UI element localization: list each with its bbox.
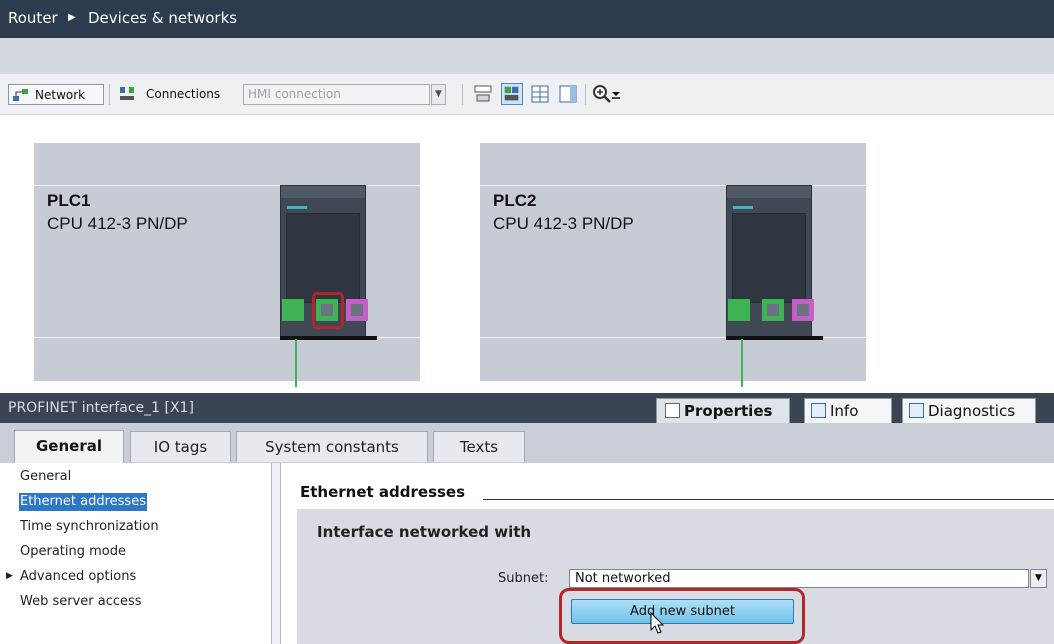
tab-system-constants[interactable]: System constants bbox=[236, 431, 428, 462]
toolbar-separator bbox=[462, 84, 463, 105]
toolbar-separator bbox=[585, 84, 586, 105]
plc1-network-line[interactable] bbox=[295, 339, 297, 387]
nav-item-general[interactable]: General bbox=[20, 468, 71, 486]
show-names-icon[interactable] bbox=[472, 83, 494, 105]
tab-general[interactable]: General bbox=[14, 430, 124, 463]
subnet-dropdown-icon[interactable]: ▼ bbox=[1030, 569, 1047, 588]
properties-nav-tree: General Ethernet addresses Time synchron… bbox=[0, 463, 271, 644]
port-1[interactable] bbox=[282, 299, 304, 321]
tab-diagnostics-label: Diagnostics bbox=[928, 402, 1016, 420]
address-view-icon[interactable] bbox=[501, 83, 523, 105]
grid-icon[interactable] bbox=[529, 83, 551, 105]
properties-icon bbox=[665, 403, 680, 418]
button-highlight bbox=[559, 588, 805, 644]
breadcrumb-project[interactable]: Router bbox=[8, 0, 58, 36]
inspector-header: PROFINET interface_1 [X1] bbox=[0, 393, 1054, 423]
nav-item-ethernet-addresses[interactable]: Ethernet addresses bbox=[19, 493, 147, 511]
device-name: PLC1 bbox=[47, 191, 91, 210]
module-display bbox=[732, 213, 806, 303]
tab-io-tags[interactable]: IO tags bbox=[130, 431, 231, 462]
network-view-icon bbox=[13, 89, 28, 101]
expand-arrow-icon[interactable]: ▶ bbox=[6, 571, 13, 581]
port-1[interactable] bbox=[728, 299, 750, 321]
device-cpu-type: CPU 412-3 PN/DP bbox=[493, 214, 634, 233]
group-title: Interface networked with bbox=[317, 523, 532, 541]
device-cpu-type: CPU 412-3 PN/DP bbox=[47, 214, 188, 233]
tab-properties-label: Properties bbox=[684, 402, 773, 420]
connections-icon[interactable] bbox=[116, 83, 138, 105]
tab-texts[interactable]: Texts bbox=[433, 431, 525, 462]
network-canvas[interactable]: PLC1 CPU 412-3 PN/DP PLC2 CPU 412-3 PN/D… bbox=[0, 115, 1054, 387]
network-view-button[interactable]: Network bbox=[8, 84, 104, 105]
breadcrumb-page: Devices & networks bbox=[88, 9, 238, 27]
port-highlight bbox=[312, 292, 344, 329]
tab-info-label: Info bbox=[830, 402, 859, 420]
connections-label[interactable]: Connections bbox=[146, 84, 220, 105]
subnet-label: Subnet: bbox=[498, 571, 549, 586]
section-divider bbox=[483, 499, 1054, 500]
port-3[interactable] bbox=[346, 299, 368, 321]
subnet-select[interactable]: Not networked bbox=[569, 569, 1029, 588]
nav-item-operating-mode[interactable]: Operating mode bbox=[20, 543, 126, 561]
module-top bbox=[727, 186, 811, 198]
port-2[interactable] bbox=[762, 299, 784, 321]
status-led bbox=[287, 206, 307, 209]
nav-item-time-synchronization[interactable]: Time synchronization bbox=[20, 518, 159, 536]
connection-type-select[interactable]: HMI connection bbox=[243, 84, 430, 105]
nav-item-web-server-access[interactable]: Web server access bbox=[20, 593, 142, 611]
editor-header-strip bbox=[0, 38, 1054, 74]
tab-info[interactable]: Info bbox=[804, 398, 892, 423]
panel-icon[interactable] bbox=[557, 83, 579, 105]
port-socket bbox=[767, 304, 779, 316]
dropdown-icon[interactable]: ▼ bbox=[431, 84, 446, 105]
title-bar: Router ▶ Devices & networks bbox=[0, 0, 1054, 38]
module-top bbox=[281, 186, 365, 198]
toolbar: Network Connections HMI connection ▼ bbox=[0, 74, 1054, 115]
plc1-device-card[interactable]: PLC1 CPU 412-3 PN/DP bbox=[34, 143, 420, 381]
nav-splitter[interactable] bbox=[271, 463, 281, 644]
inspector-title: PROFINET interface_1 [X1] bbox=[8, 400, 194, 416]
toolbar-separator bbox=[109, 84, 110, 105]
port-3[interactable] bbox=[792, 299, 814, 321]
section-title: Ethernet addresses bbox=[300, 483, 466, 501]
device-name: PLC2 bbox=[493, 191, 537, 210]
tab-diagnostics[interactable]: Diagnostics bbox=[902, 398, 1036, 423]
tab-properties[interactable]: Properties bbox=[656, 398, 790, 423]
port-socket bbox=[797, 304, 809, 316]
mouse-cursor-icon bbox=[650, 612, 665, 634]
zoom-dropdown-icon[interactable] bbox=[610, 83, 622, 105]
plc2-network-line[interactable] bbox=[741, 339, 743, 387]
status-led bbox=[733, 206, 753, 209]
port-socket bbox=[351, 304, 363, 316]
plc2-device-card[interactable]: PLC2 CPU 412-3 PN/DP bbox=[480, 143, 866, 381]
info-icon bbox=[811, 403, 826, 418]
nav-item-advanced-options[interactable]: Advanced options bbox=[20, 568, 136, 586]
diagnostics-icon bbox=[909, 403, 924, 418]
module-display bbox=[286, 213, 360, 303]
breadcrumb-separator-icon: ▶ bbox=[68, 12, 76, 23]
network-button-label: Network bbox=[35, 88, 86, 102]
